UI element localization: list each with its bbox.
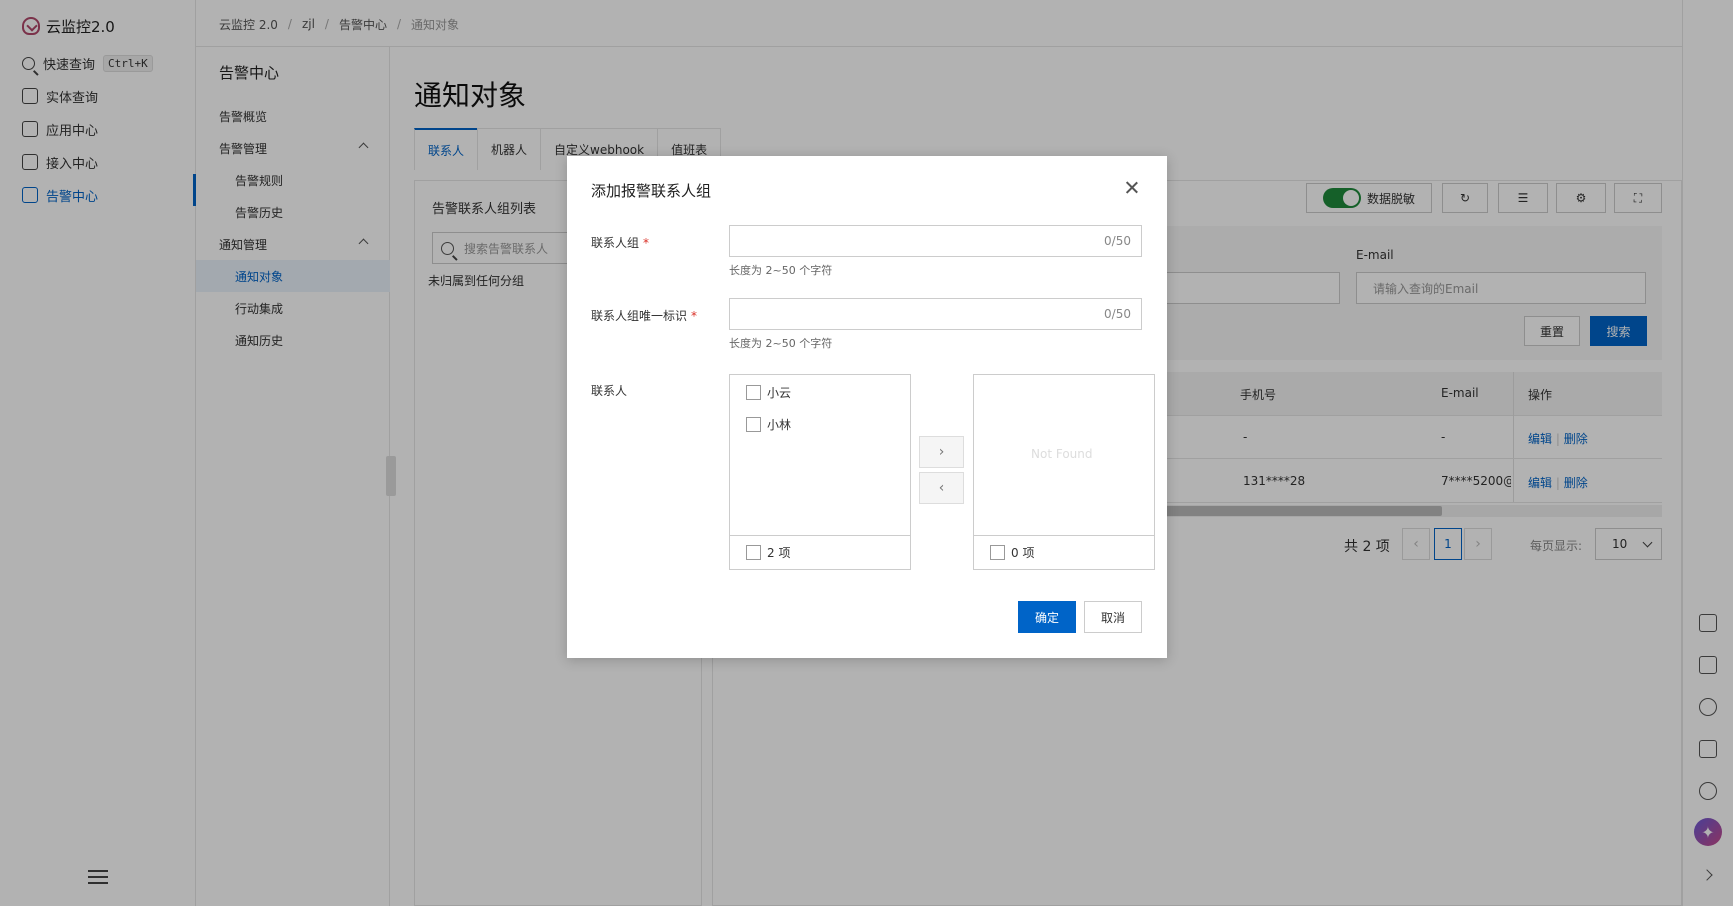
group-name-input[interactable]: 0/50 bbox=[729, 225, 1142, 257]
char-counter: 0/50 bbox=[1104, 234, 1131, 248]
checkbox[interactable] bbox=[746, 417, 761, 432]
group-id-input[interactable]: 0/50 bbox=[729, 298, 1142, 330]
list-item[interactable]: 小林 bbox=[746, 416, 791, 433]
cancel-button[interactable]: 取消 bbox=[1084, 601, 1142, 633]
list-item-label: 小云 bbox=[767, 386, 792, 400]
required-mark: * bbox=[643, 236, 650, 250]
list-item[interactable]: 小云 bbox=[746, 384, 791, 401]
item-count: 0 项 bbox=[1011, 546, 1035, 560]
checkbox[interactable] bbox=[990, 545, 1005, 560]
char-counter: 0/50 bbox=[1104, 307, 1131, 321]
list-item-label: 小林 bbox=[767, 418, 792, 432]
source-select-all[interactable]: 2 项 bbox=[746, 544, 790, 561]
checkbox[interactable] bbox=[746, 385, 761, 400]
transfer-source-list bbox=[729, 374, 911, 570]
group-name-label: 联系人组 * bbox=[591, 234, 649, 251]
checkbox[interactable] bbox=[746, 545, 761, 560]
transfer-footer-divider bbox=[729, 535, 911, 536]
move-right-button[interactable]: › bbox=[919, 436, 964, 468]
group-name-hint: 长度为 2~50 个字符 bbox=[729, 264, 833, 277]
transfer-target-list bbox=[973, 374, 1155, 570]
contacts-label: 联系人 bbox=[591, 384, 628, 398]
group-id-label: 联系人组唯一标识 * bbox=[591, 307, 697, 324]
transfer-footer-divider bbox=[973, 535, 1155, 536]
label-text: 联系人组 bbox=[591, 236, 640, 250]
label-text: 联系人组唯一标识 bbox=[591, 309, 688, 323]
required-mark: * bbox=[691, 309, 698, 323]
dialog-title: 添加报警联系人组 bbox=[591, 182, 712, 200]
move-left-button[interactable]: ‹ bbox=[919, 472, 964, 504]
item-count: 2 项 bbox=[767, 546, 791, 560]
group-id-hint: 长度为 2~50 个字符 bbox=[729, 337, 833, 350]
target-select-all[interactable]: 0 项 bbox=[990, 544, 1034, 561]
confirm-button[interactable]: 确定 bbox=[1018, 601, 1076, 633]
empty-placeholder: Not Found bbox=[1031, 447, 1093, 461]
close-icon[interactable] bbox=[1124, 180, 1140, 196]
